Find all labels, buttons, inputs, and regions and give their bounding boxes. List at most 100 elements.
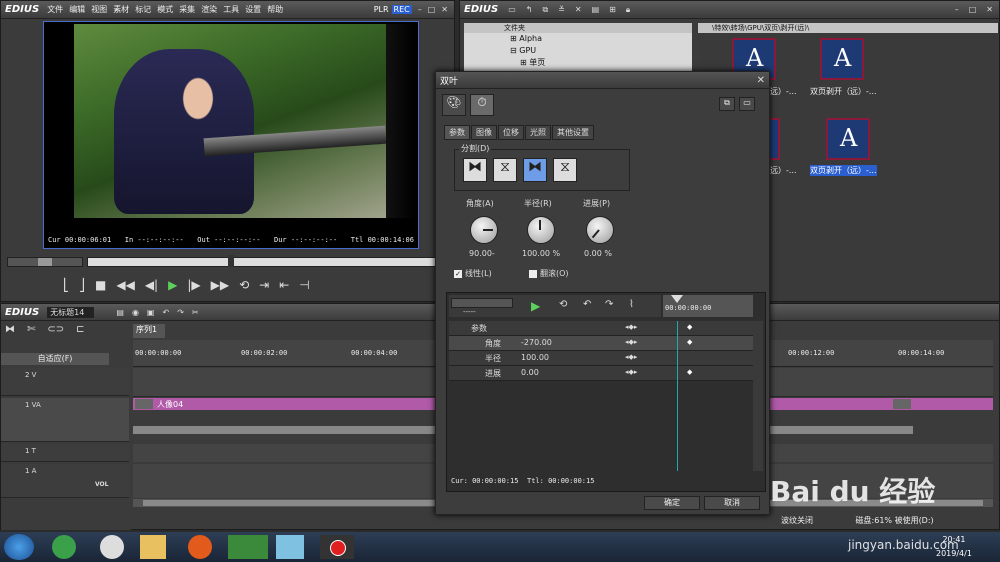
loop-icon[interactable]: ⟲ [239, 278, 249, 292]
dialog-tab-2[interactable]: 位移 [498, 125, 524, 140]
keyframe-marker-icon[interactable]: ◆ [687, 338, 692, 346]
keyframe-nav-icon[interactable]: ◂◆▸ [625, 338, 637, 346]
stop-icon[interactable]: ■ [95, 278, 106, 292]
save-icon[interactable]: ▣ [147, 308, 155, 317]
kf-play-icon[interactable]: ▶ [531, 299, 540, 313]
rewind-icon[interactable]: ◀◀ [116, 278, 134, 292]
folder-icon[interactable]: ▭ [508, 5, 516, 14]
split-icon[interactable]: ⊣ [299, 278, 309, 292]
linear-checkbox[interactable]: ✓ 线性(L) [454, 268, 492, 279]
new-sequence-icon[interactable]: ▤ [116, 308, 124, 317]
menu-item-6[interactable]: 采集 [179, 5, 195, 14]
param-row[interactable]: 参数 ◂◆▸ ◆ [449, 321, 753, 336]
sequence-icon[interactable]: ≚ [558, 5, 565, 14]
param-value[interactable]: 100.00 [521, 353, 549, 362]
kf-mode-select[interactable]: ----- [463, 308, 476, 316]
kf-slider[interactable] [451, 298, 513, 308]
taskbar-app-2[interactable] [100, 535, 124, 559]
menu-item-10[interactable]: 帮助 [267, 5, 283, 14]
split-option-1[interactable]: ⧓ [463, 158, 487, 182]
position-handle[interactable] [228, 255, 234, 267]
cancel-button[interactable]: 取消 [704, 496, 760, 510]
keyframe-marker-icon[interactable]: ◆ [687, 368, 692, 376]
step-forward-icon[interactable]: |▶ [187, 278, 200, 292]
dialog-close-icon[interactable]: ✕ [757, 75, 765, 86]
bin-minimize-icon[interactable]: – [955, 5, 959, 14]
step-back-icon[interactable]: ◀| [145, 278, 158, 292]
capture-icon[interactable]: ◉ [132, 308, 139, 317]
fast-forward-icon[interactable]: ▶▶ [211, 278, 229, 292]
menu-item-9[interactable]: 设置 [245, 5, 261, 14]
reverse-check-icon[interactable] [529, 269, 537, 278]
track-header-1a[interactable]: 1 A VOL [1, 464, 129, 498]
preset-save-icon[interactable]: ▭ [739, 97, 755, 111]
keyframe-nav-icon[interactable]: ◂◆▸ [625, 368, 637, 376]
set-in-icon[interactable]: ⎣ [63, 278, 69, 292]
menu-item-4[interactable]: 标记 [135, 5, 151, 14]
palette-icon[interactable]: 🎨︎ [442, 94, 466, 116]
keyframe-nav-icon[interactable]: ◂◆▸ [625, 353, 637, 361]
kf-ruler[interactable]: 00:00:00:00 [663, 295, 753, 317]
start-button[interactable] [4, 534, 34, 560]
jog-handle[interactable] [38, 258, 52, 266]
taskbar-app-7[interactable] [320, 535, 354, 559]
dialog-tab-4[interactable]: 其他设置 [552, 125, 594, 140]
taskbar-app-4[interactable] [188, 535, 212, 559]
param-value[interactable]: 0.00 [521, 368, 539, 377]
param-row[interactable]: 进展 0.00 ◂◆▸ ◆ [449, 366, 753, 381]
link-icon[interactable]: ⊂⊃ [47, 324, 64, 335]
progress-knob[interactable] [586, 216, 614, 244]
preset-load-icon[interactable]: ⧉ [719, 97, 735, 111]
delete-icon[interactable]: ✕ [575, 5, 582, 14]
track-header-2v[interactable]: 2 V [1, 368, 129, 396]
param-value[interactable]: -270.00 [521, 338, 552, 347]
menu-item-5[interactable]: 模式 [157, 5, 173, 14]
menu-item-2[interactable]: 视图 [91, 5, 107, 14]
kf-vscroll[interactable] [753, 321, 763, 471]
taskbar-app-6[interactable] [276, 535, 304, 559]
param-row[interactable]: 角度 -270.00 ◂◆▸ ◆ [449, 336, 753, 351]
minimize-icon[interactable]: – [418, 5, 422, 14]
rec-label[interactable]: REC [391, 5, 412, 14]
view-mode-icon[interactable]: ⊞ [609, 5, 616, 14]
bin-maximize-icon[interactable]: □ [969, 5, 977, 14]
angle-knob[interactable] [470, 216, 498, 244]
menu-item-1[interactable]: 编辑 [69, 5, 85, 14]
taskbar-app-5[interactable] [228, 535, 268, 559]
play-icon[interactable]: ▶ [168, 278, 177, 292]
dialog-tab-1[interactable]: 图像 [471, 125, 497, 140]
overwrite-icon[interactable]: ⇤ [279, 278, 289, 292]
set-out-icon[interactable]: ⎦ [79, 278, 85, 292]
kf-curve-icon[interactable]: ⌇ [629, 299, 634, 310]
ok-button[interactable]: 确定 [644, 496, 700, 510]
undo-icon[interactable]: ↶ [162, 308, 169, 317]
cut-icon[interactable]: ✂ [192, 308, 199, 317]
ripple-icon[interactable]: ✄ [27, 324, 35, 335]
split-option-2[interactable]: ⧖ [493, 158, 517, 182]
track-header-1t[interactable]: 1 T [1, 444, 129, 462]
menu-item-3[interactable]: 素材 [113, 5, 129, 14]
reverse-checkbox[interactable]: 翻滚(O) [529, 268, 569, 279]
dialog-tab-3[interactable]: 光照 [525, 125, 551, 140]
plr-label[interactable]: PLR [374, 5, 389, 14]
menu-item-8[interactable]: 工具 [223, 5, 239, 14]
tree-item-single[interactable]: ⊞ 单页 [510, 57, 692, 69]
linear-check-icon[interactable]: ✓ [454, 269, 462, 278]
bin-thumb-4[interactable]: A [826, 118, 870, 160]
video-monitor[interactable]: Cur 00:00:06:01 In --:--:--:-- Out --:--… [43, 21, 419, 249]
bin-thumb-2[interactable]: A [820, 38, 864, 80]
track-header-1va[interactable]: 1 VA [1, 398, 129, 442]
kf-redo-icon[interactable]: ↷ [605, 299, 613, 310]
keyframe-marker-icon[interactable]: ◆ [687, 323, 692, 331]
jog-bar[interactable] [7, 257, 83, 267]
keyframe-nav-icon[interactable]: ◂◆▸ [625, 323, 637, 331]
up-folder-icon[interactable]: ↰ [526, 5, 533, 14]
copy-icon[interactable]: ⧉ [542, 5, 548, 15]
tree-item-gpu[interactable]: ⊟ GPU [510, 45, 692, 57]
taskbar-app-1[interactable] [52, 535, 76, 559]
insert-icon[interactable]: ⇥ [259, 278, 269, 292]
tree-item-alpha[interactable]: ⊞ Alpha [510, 33, 692, 45]
param-row[interactable]: 半径 100.00 ◂◆▸ [449, 351, 753, 366]
mode-icon[interactable]: ⧓ [5, 324, 15, 335]
close-icon[interactable]: ✕ [441, 5, 448, 14]
